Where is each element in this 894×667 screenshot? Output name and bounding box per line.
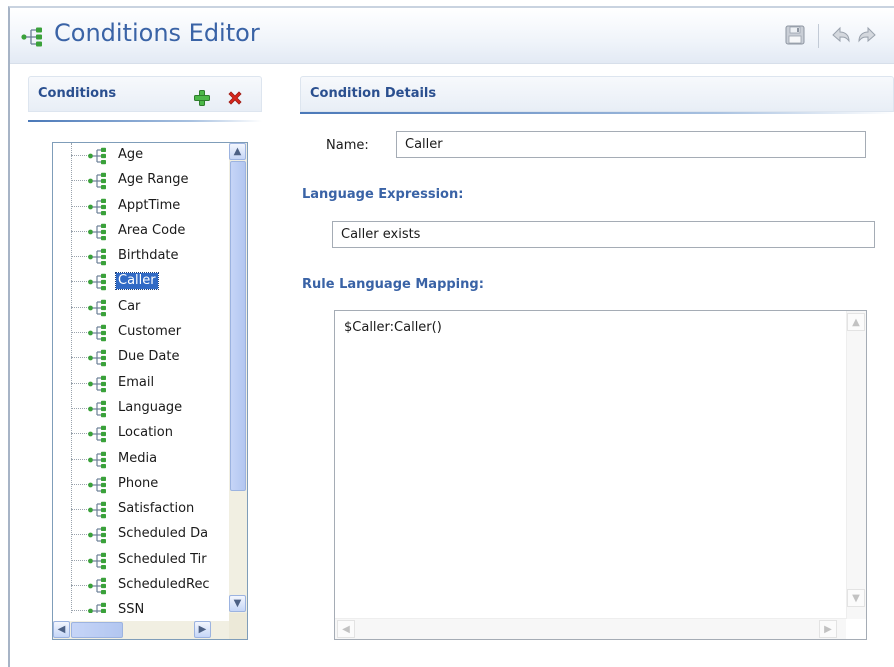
scroll-right-button[interactable]: ▶: [194, 621, 211, 638]
details-header-underline: [300, 112, 894, 114]
conditions-editor-window: Conditions Editor Conditions Age Age Ran…: [8, 6, 894, 667]
tree-item-email[interactable]: Email: [53, 371, 229, 396]
tree-item-age[interactable]: Age: [53, 143, 229, 168]
tree-item-label: Language: [118, 399, 183, 415]
condition-node-icon: [87, 147, 113, 169]
conditions-header-underline: [28, 120, 262, 122]
condition-node-icon: [87, 577, 113, 599]
tree-item-due-date[interactable]: Due Date: [53, 345, 229, 370]
conditions-tree-icon: [21, 27, 42, 47]
tree-item-label: Location: [118, 425, 173, 441]
tree-item-label: Scheduled Tir: [118, 551, 207, 567]
tree-item-customer[interactable]: Customer: [53, 320, 229, 345]
condition-node-icon: [87, 552, 113, 574]
tree-horizontal-scrollbar[interactable]: ◀ ▶: [53, 621, 229, 639]
rule-language-mapping-text: $Caller:Caller(): [344, 320, 442, 335]
horizontal-scroll-thumb[interactable]: [71, 622, 123, 638]
condition-node-icon: [87, 299, 113, 321]
condition-node-icon: [87, 273, 113, 295]
condition-node-icon: [87, 602, 113, 613]
tree-item-location[interactable]: Location: [53, 421, 229, 446]
tree-item-appttime[interactable]: ApptTime: [53, 194, 229, 219]
condition-node-icon: [87, 476, 113, 498]
tree-item-label: Age: [118, 147, 144, 162]
conditions-section-header: Conditions: [28, 76, 262, 112]
condition-details-header: Condition Details: [300, 76, 894, 112]
tree-item-label: Due Date: [118, 349, 180, 365]
tree-item-phone[interactable]: Phone: [53, 472, 229, 497]
tree-item-label: Caller: [115, 272, 159, 291]
redo-icon[interactable]: [856, 24, 878, 46]
tree-item-label: Birthdate: [118, 248, 179, 264]
language-expression-field[interactable]: Caller exists: [332, 221, 875, 248]
textarea-scroll-left-button[interactable]: ◀: [337, 620, 355, 638]
save-icon[interactable]: [784, 24, 806, 46]
tree-item-label: Satisfaction: [118, 501, 195, 517]
scroll-up-button[interactable]: ▲: [229, 143, 246, 160]
conditions-tree-list: Age Age Range ApptTime Area Code Birthdate Ca…: [53, 143, 229, 613]
tree-item-label: ApptTime: [118, 197, 181, 213]
tree-item-language[interactable]: Language: [53, 396, 229, 421]
textarea-scroll-right-button[interactable]: ▶: [819, 620, 837, 638]
language-expression-label: Language Expression:: [302, 187, 464, 202]
scroll-corner: [229, 613, 247, 639]
condition-node-icon: [87, 425, 113, 447]
scroll-left-button[interactable]: ◀: [53, 621, 70, 638]
tree-vertical-scrollbar[interactable]: ▲ ▼: [229, 143, 247, 613]
tree-item-label: Email: [118, 374, 155, 390]
toolbar-separator: [818, 24, 819, 48]
textarea-scroll-up-button[interactable]: ▲: [847, 313, 865, 331]
tree-item-label: Car: [118, 298, 141, 314]
tree-item-car[interactable]: Car: [53, 295, 229, 320]
tree-items-container: Age Age Range ApptTime Area Code Birthdate Ca…: [53, 143, 229, 613]
add-icon[interactable]: [193, 89, 211, 107]
condition-node-icon: [87, 375, 113, 397]
name-field[interactable]: Caller: [396, 131, 866, 158]
condition-node-icon: [87, 451, 113, 473]
condition-node-icon: [87, 400, 113, 422]
tree-item-label: Customer: [118, 324, 182, 340]
scroll-down-button[interactable]: ▼: [229, 595, 246, 612]
conditions-tree[interactable]: Age Age Range ApptTime Area Code Birthdate Ca…: [52, 142, 248, 640]
tree-item-media[interactable]: Media: [53, 447, 229, 472]
tree-item-scheduledrec[interactable]: ScheduledRec: [53, 573, 229, 598]
tree-item-label: SSN: [118, 602, 145, 613]
tree-item-age-range[interactable]: Age Range: [53, 168, 229, 193]
tree-item-label: ScheduledRec: [118, 577, 210, 593]
rule-language-mapping-label: Rule Language Mapping:: [302, 277, 484, 292]
condition-node-icon: [87, 248, 113, 270]
conditions-header-label: Conditions: [38, 86, 117, 101]
tree-item-ssn[interactable]: SSN: [53, 598, 229, 613]
tree-item-caller[interactable]: Caller: [53, 269, 229, 294]
textarea-horizontal-scrollbar[interactable]: ◀ ▶: [335, 618, 846, 639]
condition-node-icon: [87, 349, 113, 371]
condition-node-icon: [87, 324, 113, 346]
textarea-scroll-down-button[interactable]: ▼: [847, 589, 865, 607]
condition-node-icon: [87, 526, 113, 548]
condition-node-icon: [87, 501, 113, 523]
editor-title-bar: Conditions Editor: [10, 8, 894, 64]
tree-item-satisfaction[interactable]: Satisfaction: [53, 497, 229, 522]
tree-item-label: Scheduled Da: [118, 526, 209, 542]
condition-details-header-label: Condition Details: [310, 86, 437, 101]
condition-node-icon: [87, 223, 113, 245]
tree-item-scheduled-tir[interactable]: Scheduled Tir: [53, 548, 229, 573]
condition-node-icon: [87, 172, 113, 194]
tree-item-label: Age Range: [118, 172, 189, 188]
rule-language-mapping-textarea[interactable]: $Caller:Caller() ▲ ▼ ◀ ▶: [334, 310, 867, 640]
tree-item-scheduled-da[interactable]: Scheduled Da: [53, 522, 229, 547]
editor-title: Conditions Editor: [54, 19, 260, 47]
tree-item-label: Phone: [118, 475, 159, 491]
tree-item-birthdate[interactable]: Birthdate: [53, 244, 229, 269]
undo-icon[interactable]: [830, 24, 852, 46]
tree-item-area-code[interactable]: Area Code: [53, 219, 229, 244]
scroll-thumb[interactable]: [230, 161, 246, 491]
textarea-vertical-scrollbar[interactable]: ▲ ▼: [846, 311, 866, 619]
name-label: Name:: [326, 138, 369, 153]
tree-item-label: Area Code: [118, 222, 186, 238]
condition-node-icon: [87, 198, 113, 220]
delete-icon[interactable]: [226, 89, 244, 107]
tree-item-label: Media: [118, 450, 158, 466]
